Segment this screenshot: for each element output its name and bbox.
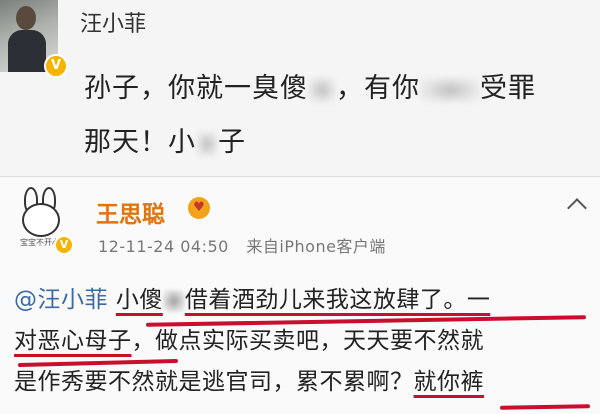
underlined-text: 小傻: [115, 287, 163, 313]
blurred-word: [420, 76, 480, 103]
underlined-text: 借着酒劲儿来我这放肆了。一: [184, 287, 491, 313]
underlined-text: 就你裤: [413, 369, 484, 395]
underlined-text: 对恶心母子: [14, 328, 132, 354]
post-text-segment: 小: [168, 127, 196, 158]
post-meta: 12-11-24 04:50 来自iPhone客户端: [98, 233, 398, 257]
blurred-word: [162, 289, 185, 312]
author-name[interactable]: 汪小菲: [80, 6, 146, 38]
avatar-body: [8, 30, 46, 72]
verified-v-badge-icon: V: [44, 54, 68, 78]
chevron-down-icon[interactable]: [567, 198, 587, 218]
blurred-word: [196, 130, 218, 157]
bunny-face-icon: [22, 203, 60, 237]
blurred-word: [308, 76, 336, 103]
reply-text-segment: 是作秀要不然就是逃官司，累不累啊？: [14, 369, 414, 395]
vip-emoji-icon: ♥: [188, 197, 210, 219]
reply-card: 宝宝不开心 V 王思聪 ♥ 12-11-24 04:50 来自iPhone客户端…: [0, 177, 600, 414]
post-text-segment: ，有你: [336, 73, 420, 104]
post-body: 孙子，你就一臭傻 ，有你 受罪 那天！小子: [84, 62, 584, 170]
post-text-segment: 受罪: [480, 73, 536, 104]
reply-author-name[interactable]: 王思聪: [96, 195, 165, 229]
red-underline-stroke: [499, 404, 591, 410]
verified-v-badge-icon: V: [54, 235, 74, 255]
post-text-segment: 子: [218, 127, 246, 158]
post-source[interactable]: 来自iPhone客户端: [246, 237, 386, 256]
reply-body: @汪小菲 小傻 借着酒劲儿来我这放肆了。一 对恶心母子，做点实际买卖吧，天天要不然…: [14, 280, 594, 403]
mention-link[interactable]: @汪小菲: [14, 287, 108, 313]
post-text-segment: 那天！: [84, 127, 168, 158]
timestamp: 12-11-24 04:50: [98, 237, 229, 256]
post-text-segment: 孙子，你就一臭傻: [84, 73, 308, 104]
avatar-head: [16, 6, 36, 30]
reply-text-segment: ，做点实际买卖吧，天天要不然就: [131, 328, 484, 354]
original-post-card: V 汪小菲 孙子，你就一臭傻 ，有你 受罪 那天！小子: [0, 0, 600, 176]
